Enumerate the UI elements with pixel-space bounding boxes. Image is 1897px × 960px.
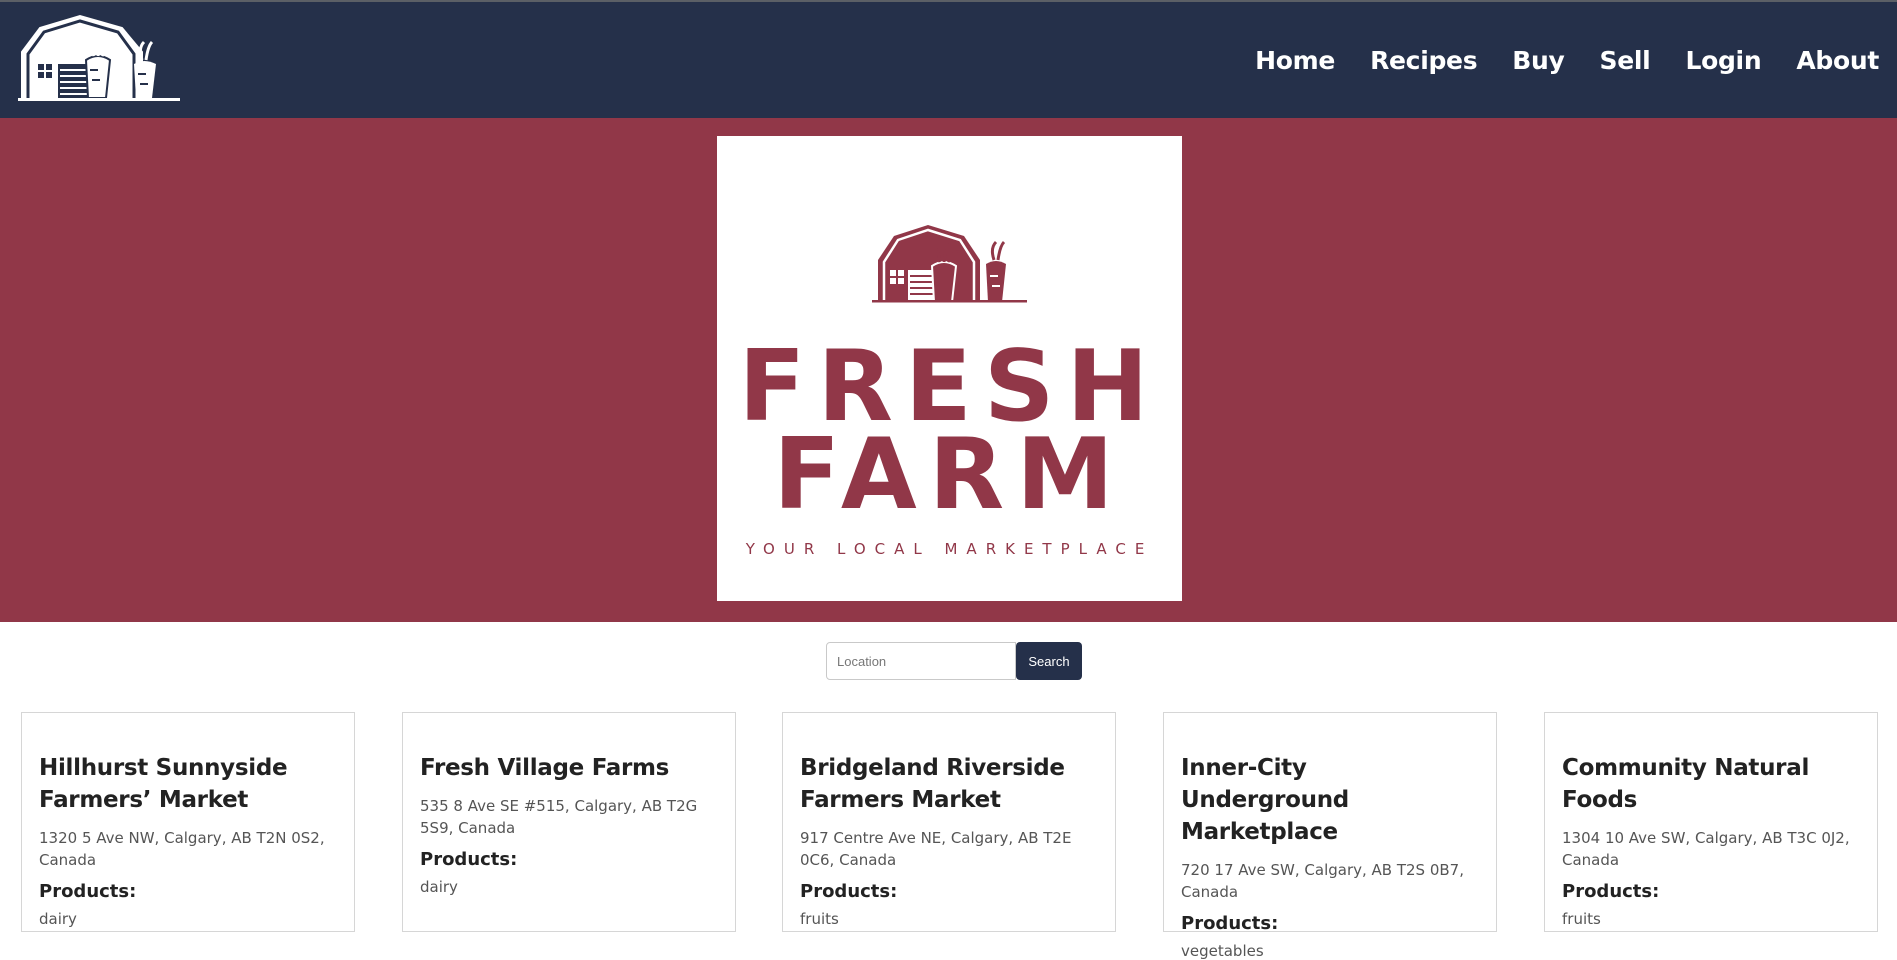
products-label: Products: — [39, 881, 137, 902]
navbar: Home Recipes Buy Sell Login About — [0, 2, 1897, 118]
market-name: Community Natural Foods — [1562, 755, 1810, 813]
site-logo-link[interactable] — [18, 12, 180, 102]
market-address: 1320 5 Ave NW, Calgary, AB T2N 0S2, Cana… — [39, 829, 325, 869]
products-list: vegetables — [1181, 942, 1264, 960]
nav-login-link[interactable]: Login — [1685, 46, 1761, 75]
market-name: Fresh Village Farms — [420, 755, 670, 781]
market-address: 1304 10 Ave SW, Calgary, AB T3C 0J2, Can… — [1562, 829, 1850, 869]
location-search: Search — [826, 642, 1082, 680]
barn-with-carrots-logo-icon — [18, 14, 180, 101]
products-list: fruits — [800, 910, 839, 928]
market-name: Bridgeland Riverside Farmers Market — [800, 755, 1065, 813]
products-label: Products: — [800, 881, 898, 902]
nav-buy-link[interactable]: Buy — [1512, 46, 1565, 75]
products-list: dairy — [39, 910, 77, 928]
market-name: Inner-City Underground Marketplace — [1181, 755, 1349, 845]
hero-logo-card: FRESH FARM YOUR LOCAL MARKETPLACE — [717, 136, 1182, 601]
market-card[interactable]: Community Natural Foods 1304 10 Ave SW, … — [1544, 712, 1878, 932]
products-label: Products: — [420, 849, 518, 870]
products-list: fruits — [1562, 910, 1601, 928]
market-address: 917 Centre Ave NE, Calgary, AB T2E 0C6, … — [800, 829, 1072, 869]
nav-about-link[interactable]: About — [1796, 46, 1879, 75]
search-button[interactable]: Search — [1016, 642, 1082, 680]
market-card[interactable]: Fresh Village Farms 535 8 Ave SE #515, C… — [402, 712, 736, 932]
products-list: dairy — [420, 878, 458, 896]
products-label: Products: — [1181, 913, 1279, 934]
market-card[interactable]: Bridgeland Riverside Farmers Market 917 … — [782, 712, 1116, 932]
market-card[interactable]: Hillhurst Sunnyside Farmers’ Market 1320… — [21, 712, 355, 932]
location-search-input[interactable] — [826, 642, 1016, 680]
market-card[interactable]: Inner-City Underground Marketplace 720 1… — [1163, 712, 1497, 960]
brand-tagline: YOUR LOCAL MARKETPLACE — [745, 540, 1154, 558]
main-nav: Home Recipes Buy Sell Login About — [1255, 2, 1879, 118]
nav-sell-link[interactable]: Sell — [1600, 46, 1651, 75]
hero-banner: FRESH FARM YOUR LOCAL MARKETPLACE — [0, 118, 1897, 622]
nav-home-link[interactable]: Home — [1255, 46, 1335, 75]
brand-word-farm: FARM — [773, 418, 1126, 532]
market-address: 535 8 Ave SE #515, Calgary, AB T2G 5S9, … — [420, 797, 698, 837]
barn-with-carrots-logo-icon — [872, 225, 1027, 303]
market-address: 720 17 Ave SW, Calgary, AB T2S 0B7, Cana… — [1181, 861, 1464, 901]
products-label: Products: — [1562, 881, 1660, 902]
market-name: Hillhurst Sunnyside Farmers’ Market — [39, 755, 288, 813]
nav-recipes-link[interactable]: Recipes — [1370, 46, 1478, 75]
